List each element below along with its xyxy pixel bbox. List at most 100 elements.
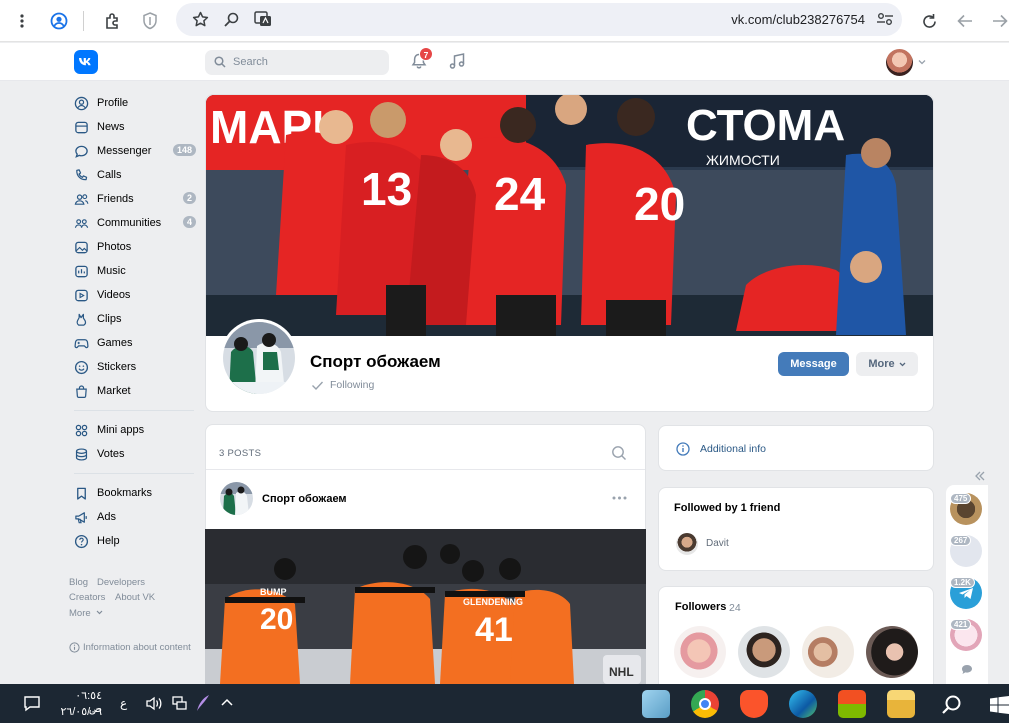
- file-explorer-icon[interactable]: [887, 690, 915, 718]
- url-text[interactable]: vk.com/club238276754: [731, 12, 865, 27]
- friend-name[interactable]: Davit: [706, 538, 729, 549]
- translate-icon[interactable]: [251, 7, 275, 31]
- footer-link-creators[interactable]: Creators: [69, 592, 105, 603]
- browser-toolbar: vk.com/club238276754: [0, 0, 1009, 42]
- pen-icon[interactable]: [195, 694, 211, 712]
- follower-avatar[interactable]: [866, 626, 918, 678]
- brave-icon[interactable]: [740, 690, 768, 718]
- chevron-up-icon[interactable]: [220, 697, 234, 707]
- community-name: Спорт обожаем: [310, 352, 441, 371]
- footer-link-developers[interactable]: Developers: [97, 577, 145, 588]
- follower-avatar[interactable]: [738, 626, 790, 678]
- search-placeholder: Search: [233, 56, 268, 68]
- profile-icon[interactable]: [47, 9, 71, 33]
- footer-info-link[interactable]: Information about content: [69, 642, 191, 653]
- sidebar-item-news[interactable]: News: [74, 117, 196, 137]
- sidebar-item-mini-apps[interactable]: Mini apps: [74, 420, 196, 440]
- sidebar-item-calls[interactable]: Calls: [74, 165, 196, 185]
- chat-avatar[interactable]: 421: [950, 619, 982, 651]
- chevron-down-icon: [899, 362, 906, 366]
- telegram-icon: [959, 588, 973, 599]
- sidebar-item-label: Calls: [97, 169, 122, 181]
- post-author-name[interactable]: Спорт обожаем: [262, 493, 347, 505]
- message-button[interactable]: Message: [778, 352, 849, 376]
- sidebar-item-market[interactable]: Market: [74, 381, 196, 401]
- sidebar-item-videos[interactable]: Videos: [74, 285, 196, 305]
- post-author-avatar[interactable]: [220, 482, 253, 515]
- site-settings-icon[interactable]: [873, 7, 897, 31]
- post-image[interactable]: 20 41 BUMP GLENDENING NHL: [205, 529, 646, 684]
- taskbar-date[interactable]: ٢٦/٠٥/٠٦: [60, 705, 102, 718]
- music-button[interactable]: [448, 52, 468, 72]
- store-icon[interactable]: [838, 690, 866, 718]
- chat-sidebar: 475 267 1.2K 421: [946, 485, 988, 690]
- sidebar-item-profile[interactable]: Profile: [74, 93, 196, 113]
- sidebar-item-music[interactable]: Music: [74, 261, 196, 281]
- phone-icon: [76, 168, 88, 180]
- friend-avatar[interactable]: [676, 533, 698, 555]
- sidebar-item-communities[interactable]: Communities 4: [74, 213, 196, 233]
- chat-unread-badge: 1.2K: [950, 577, 975, 588]
- network-icon[interactable]: [171, 695, 188, 711]
- address-bar[interactable]: vk.com/club238276754: [176, 3, 902, 36]
- notifications-button[interactable]: 7: [410, 47, 433, 74]
- followers-count: 24: [729, 602, 741, 614]
- search-icon[interactable]: [941, 694, 963, 716]
- notification-center-icon[interactable]: [23, 695, 41, 712]
- posts-count-label: 3 POSTS: [219, 448, 262, 459]
- chat-avatar[interactable]: 267: [950, 535, 982, 567]
- volume-icon[interactable]: [145, 696, 163, 711]
- footer-link-blog[interactable]: Blog: [69, 577, 88, 588]
- collapse-chevrons-icon[interactable]: [974, 471, 986, 481]
- sidebar-item-votes[interactable]: Votes: [74, 444, 196, 464]
- browser-menu-icon[interactable]: [10, 9, 34, 33]
- search-input[interactable]: Search: [205, 50, 389, 75]
- chat-avatar[interactable]: 1.2K: [950, 577, 982, 609]
- more-dots-icon[interactable]: [612, 496, 627, 500]
- sidebar-divider: [74, 410, 194, 411]
- sidebar-item-messenger[interactable]: Messenger 148: [74, 141, 196, 161]
- footer-link-about[interactable]: About VK: [115, 592, 155, 603]
- sidebar-item-games[interactable]: Games: [74, 333, 196, 353]
- language-indicator[interactable]: ع: [120, 696, 127, 710]
- chat-bubble-icon[interactable]: [961, 664, 973, 675]
- sidebar-item-help[interactable]: Help: [74, 531, 196, 551]
- chat-unread-badge: 475: [950, 493, 972, 504]
- sidebar-item-clips[interactable]: Clips: [74, 309, 196, 329]
- sidebar-item-photos[interactable]: Photos: [74, 237, 196, 257]
- svg-text:13: 13: [361, 163, 412, 215]
- chat-unread-badge: 421: [950, 619, 972, 630]
- forward-icon[interactable]: [988, 9, 1009, 33]
- edge-icon[interactable]: [789, 690, 817, 718]
- windows-start-icon[interactable]: [990, 696, 1009, 714]
- reload-icon[interactable]: [917, 9, 941, 33]
- extensions-icon[interactable]: [101, 9, 125, 33]
- sidebar-item-stickers[interactable]: Stickers: [74, 357, 196, 377]
- shield-icon[interactable]: [138, 9, 162, 33]
- search-icon[interactable]: [611, 445, 627, 461]
- svg-text:ЖИМОСТИ: ЖИМОСТИ: [706, 152, 780, 168]
- sidebar-item-ads[interactable]: Ads: [74, 507, 196, 527]
- back-icon[interactable]: [953, 9, 977, 33]
- taskbar-app-icon[interactable]: [642, 690, 670, 718]
- chevron-down-icon[interactable]: [918, 59, 926, 65]
- follower-avatar[interactable]: [674, 626, 726, 678]
- following-status[interactable]: Following: [311, 379, 374, 391]
- chat-avatar[interactable]: 475: [950, 493, 982, 525]
- follower-avatar[interactable]: [802, 626, 854, 678]
- bookmark-star-icon[interactable]: [188, 7, 212, 31]
- community-avatar[interactable]: [220, 319, 298, 397]
- zoom-icon[interactable]: [219, 7, 243, 31]
- chrome-icon[interactable]: [691, 690, 719, 718]
- more-button[interactable]: More: [856, 352, 918, 376]
- user-avatar[interactable]: [886, 49, 913, 76]
- vk-logo[interactable]: [74, 50, 98, 74]
- footer-link-more[interactable]: More: [69, 608, 91, 619]
- svg-text:20: 20: [260, 603, 293, 636]
- notification-badge: 7: [419, 47, 433, 61]
- sidebar-item-friends[interactable]: Friends 2: [74, 189, 196, 209]
- following-label: Following: [330, 379, 375, 391]
- shopping-bag-icon: [76, 384, 87, 398]
- sidebar-item-bookmarks[interactable]: Bookmarks: [74, 483, 196, 503]
- additional-info-card[interactable]: Additional info: [658, 425, 934, 471]
